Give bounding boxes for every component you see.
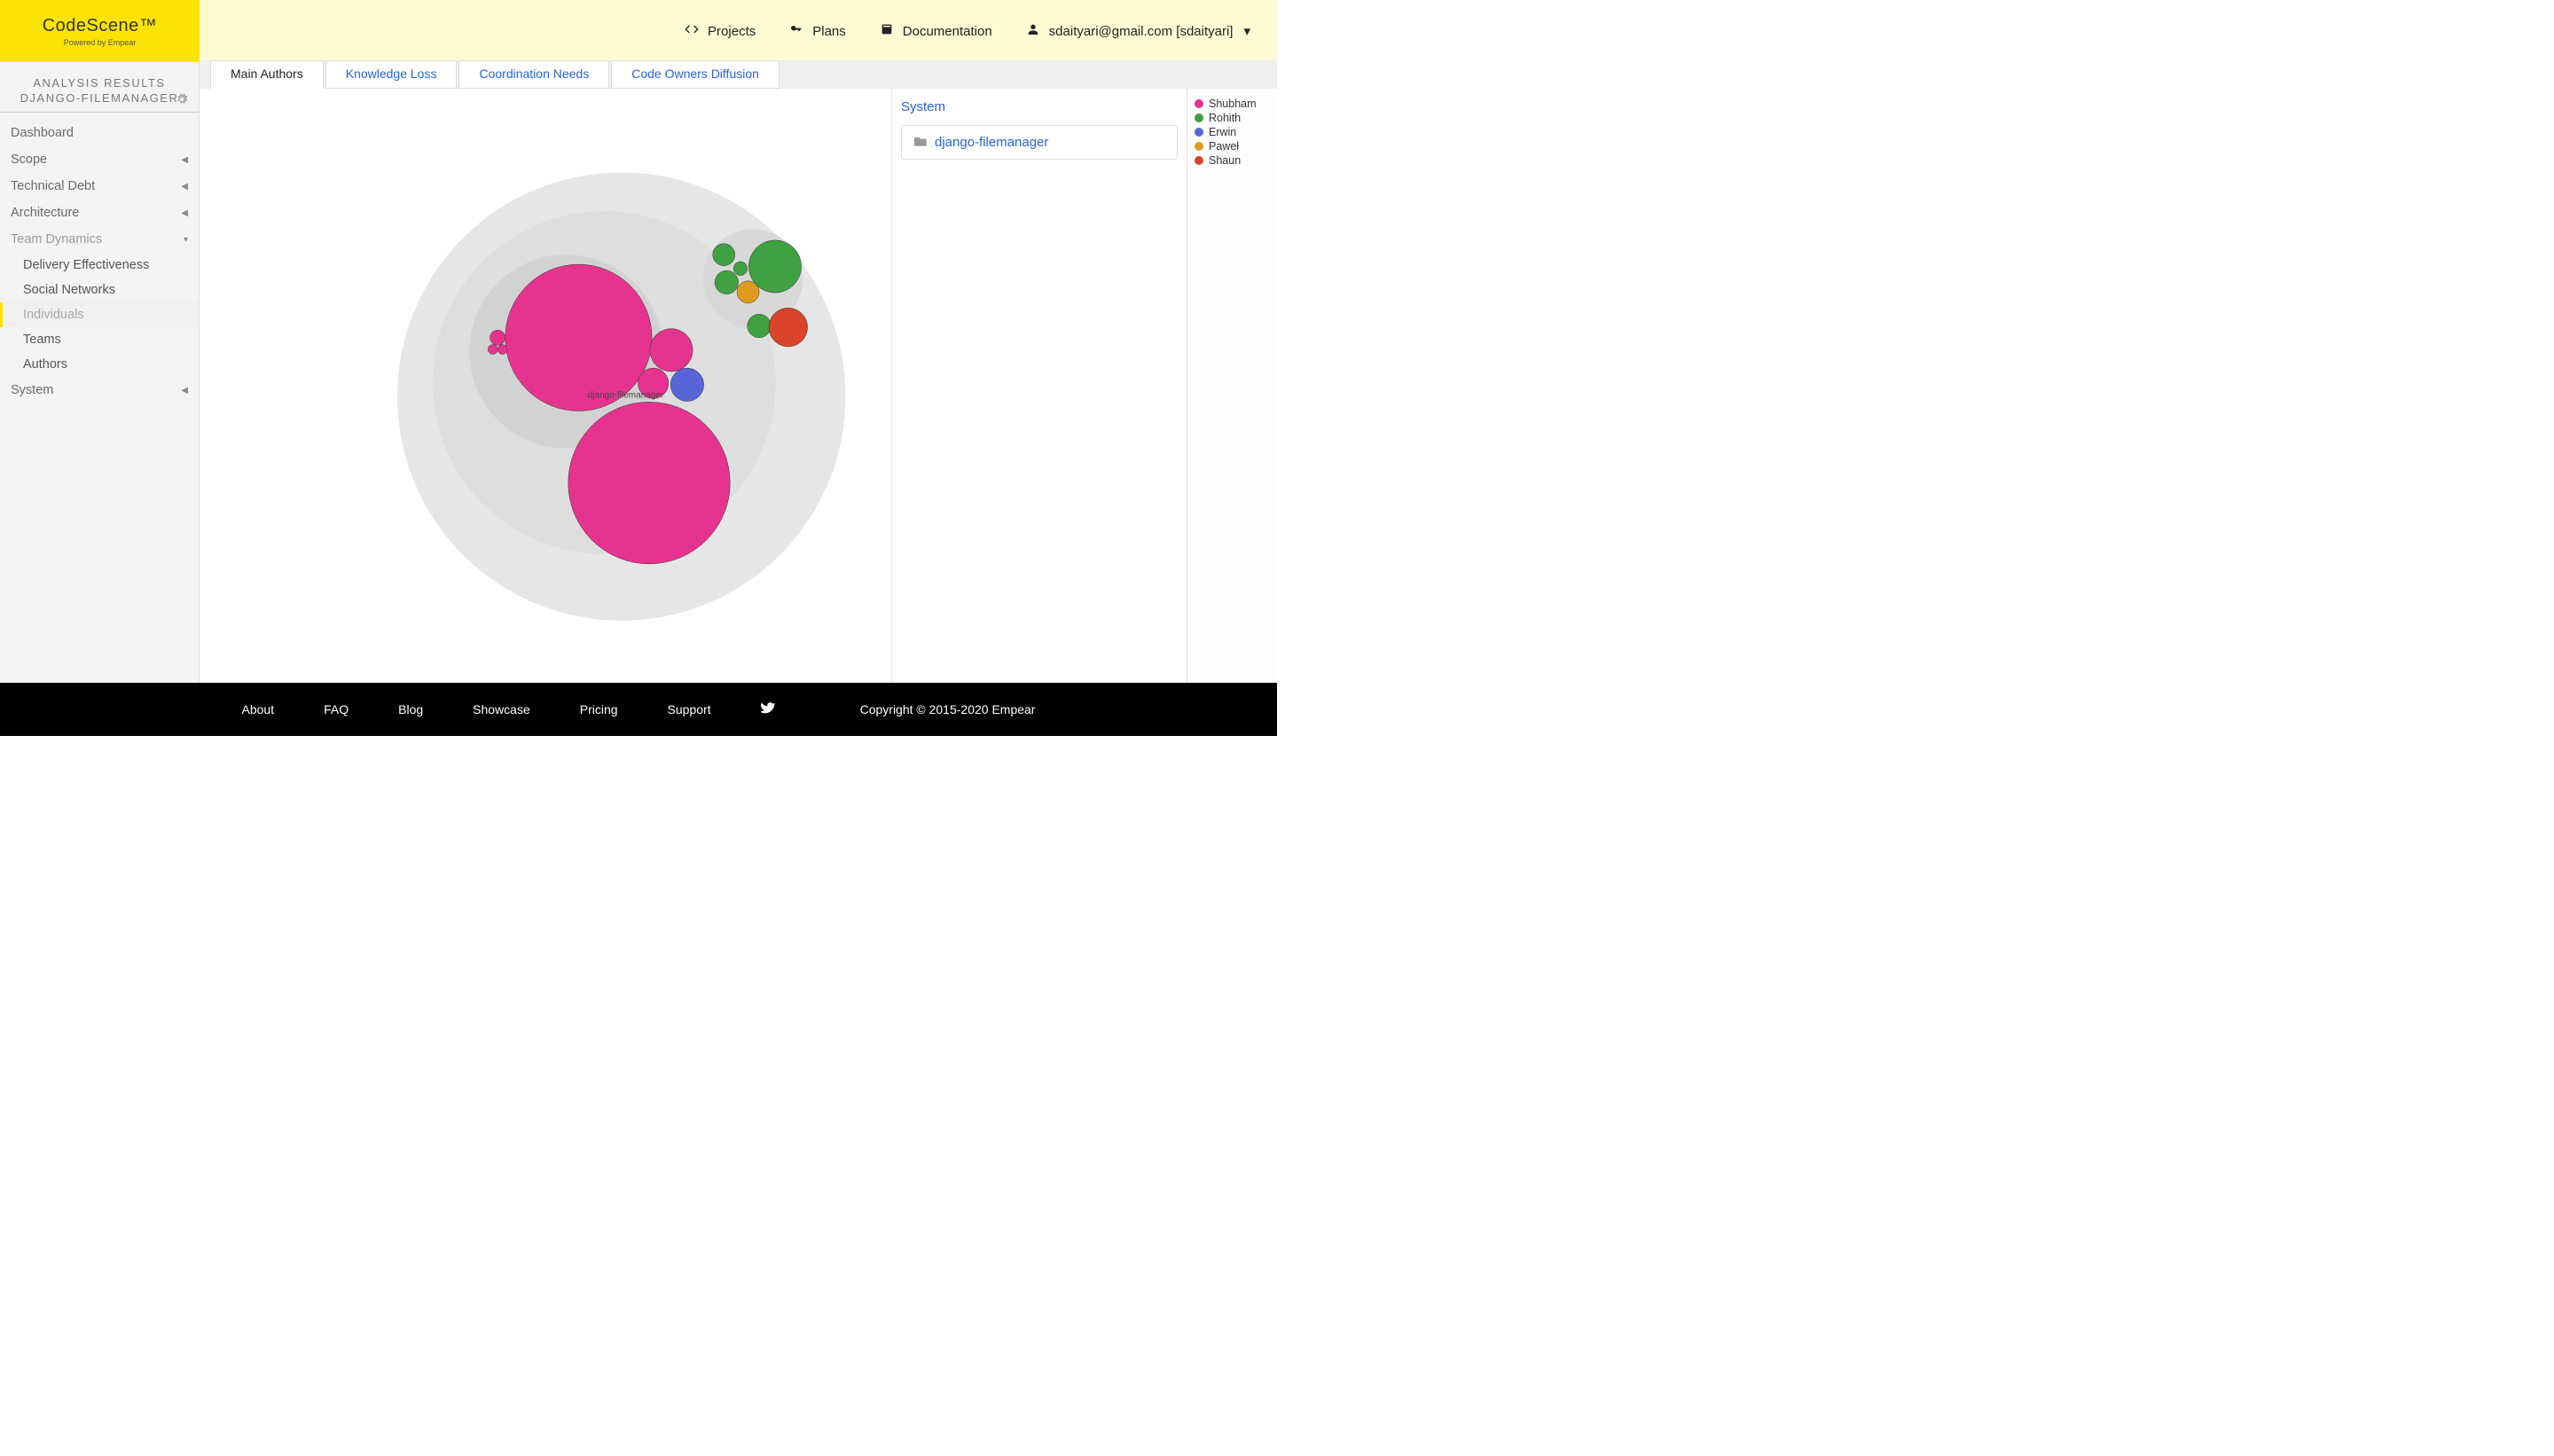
legend-dot [1195,142,1203,151]
footer-link-pricing[interactable]: Pricing [580,702,618,716]
sidebar-header-line1: ANALYSIS RESULTS [9,76,190,90]
nav-documentation[interactable]: Documentation [880,22,992,40]
sidebar-nav: Dashboard Scope ◀ Technical Debt ◀ Archite… [0,113,199,403]
sidebar-sub-individuals[interactable]: Individuals [0,302,199,327]
tab-coordination-needs[interactable]: Coordination Needs [458,60,609,89]
footer-link-blog[interactable]: Blog [398,702,423,716]
caret-down-icon: ▾ [1243,23,1250,39]
sidebar-item-scope[interactable]: Scope ◀ [0,146,199,173]
sidebar-sub-social[interactable]: Social Networks [0,278,199,302]
footer-link-about[interactable]: About [242,702,275,716]
topbar: CodeScene™ Powered by Empear Projects Pl… [0,0,1277,62]
main-row: ANALYSIS RESULTS DJANGO-FILEMANAGER Dash… [0,62,1277,683]
nav-user-menu[interactable]: sdaityari@gmail.com [sdaityari] ▾ [1026,22,1250,40]
legend-dot [1195,99,1203,108]
twitter-icon[interactable] [761,701,775,718]
footer: About FAQ Blog Showcase Pricing Support Copyr… [0,683,1277,736]
nav-plans-label: Plans [812,24,846,39]
legend-label: Erwin [1209,126,1236,138]
gear-icon[interactable] [176,93,188,108]
nav-documentation-label: Documentation [903,24,992,39]
chevron-left-icon: ◀ [181,182,188,192]
user-icon [1026,22,1040,40]
tab-bar: Main Authors Knowledge Loss Coordination… [200,60,1277,89]
chevron-left-icon: ◀ [181,386,188,395]
sidebar-item-label: Technical Debt [11,179,95,193]
footer-link-faq[interactable]: FAQ [324,702,349,716]
sidebar-sub-authors[interactable]: Authors [0,352,199,377]
legend-dot [1195,156,1203,165]
chevron-down-icon: ▾ [184,235,188,245]
legend-dot [1195,128,1203,137]
sidebar: ANALYSIS RESULTS DJANGO-FILEMANAGER Dash… [0,62,200,683]
legend-label: Shaun [1209,154,1241,167]
code-icon [685,22,699,40]
sidebar-item-label: System [11,383,53,397]
logo-title: CodeScene™ [43,16,158,36]
legend-dot [1195,114,1203,122]
sidebar-sub-delivery[interactable]: Delivery Effectiveness [0,253,199,278]
nav-projects[interactable]: Projects [685,22,756,40]
content: Main Authors Knowledge Loss Coordination… [200,62,1277,683]
breadcrumb-panel: System django-filemanager [891,89,1187,683]
nav-user-label: sdaityari@gmail.com [sdaityari] [1049,24,1234,39]
sidebar-item-dashboard[interactable]: Dashboard [0,120,199,146]
sidebar-item-team-dynamics[interactable]: Team Dynamics ▾ [0,226,199,253]
sidebar-item-label: Architecture [11,206,79,220]
svg-text:django-filemanager: django-filemanager [588,391,664,401]
chevron-left-icon: ◀ [181,208,188,218]
legend-label: Shubham [1209,98,1257,110]
breadcrumb-root[interactable]: System [901,99,1178,114]
nav-projects-label: Projects [708,24,756,39]
tab-main-authors[interactable]: Main Authors [210,60,324,89]
chevron-left-icon: ◀ [181,155,188,165]
logo-subtitle: Powered by Empear [64,38,137,47]
folder-icon [914,135,928,150]
sidebar-sub-teams[interactable]: Teams [0,327,199,352]
legend: Shubham Rohith Erwin PawełShaun [1187,89,1277,683]
legend-item[interactable]: Paweł [1195,140,1270,153]
legend-label: Paweł [1209,140,1239,153]
logo[interactable]: CodeScene™ Powered by Empear [0,0,200,62]
sidebar-item-technical-debt[interactable]: Technical Debt ◀ [0,173,199,200]
legend-item[interactable]: Rohith [1195,112,1270,124]
sidebar-header-line2: DJANGO-FILEMANAGER [9,91,190,105]
legend-label: Rohith [1209,112,1241,124]
sidebar-item-label: Scope [11,153,47,167]
sidebar-item-system[interactable]: System ◀ [0,377,199,403]
footer-link-showcase[interactable]: Showcase [473,702,530,716]
viz-row: django-filemanager System django-fileman… [200,89,1277,683]
breadcrumb-project-card[interactable]: django-filemanager [901,125,1178,160]
book-icon [880,22,894,40]
footer-link-support[interactable]: Support [668,702,711,716]
top-navigation: Projects Plans Documentation sdaityari@g… [200,0,1277,62]
key-icon [789,22,803,40]
tab-code-owners[interactable]: Code Owners Diffusion [611,60,780,89]
footer-copyright: Copyright © 2015-2020 Empear [860,702,1036,716]
legend-item[interactable]: Shaun [1195,154,1270,167]
legend-item[interactable]: Shubham [1195,98,1270,110]
circle-packing-chart[interactable]: django-filemanager [200,89,891,681]
sidebar-item-label: Dashboard [11,126,74,140]
sidebar-item-architecture[interactable]: Architecture ◀ [0,200,199,226]
breadcrumb-project-label: django-filemanager [935,135,1048,150]
sidebar-item-label: Team Dynamics [11,232,102,247]
legend-item[interactable]: Erwin [1195,126,1270,138]
sidebar-header: ANALYSIS RESULTS DJANGO-FILEMANAGER [0,62,199,113]
tab-knowledge-loss[interactable]: Knowledge Loss [325,60,458,89]
nav-plans[interactable]: Plans [789,22,846,40]
